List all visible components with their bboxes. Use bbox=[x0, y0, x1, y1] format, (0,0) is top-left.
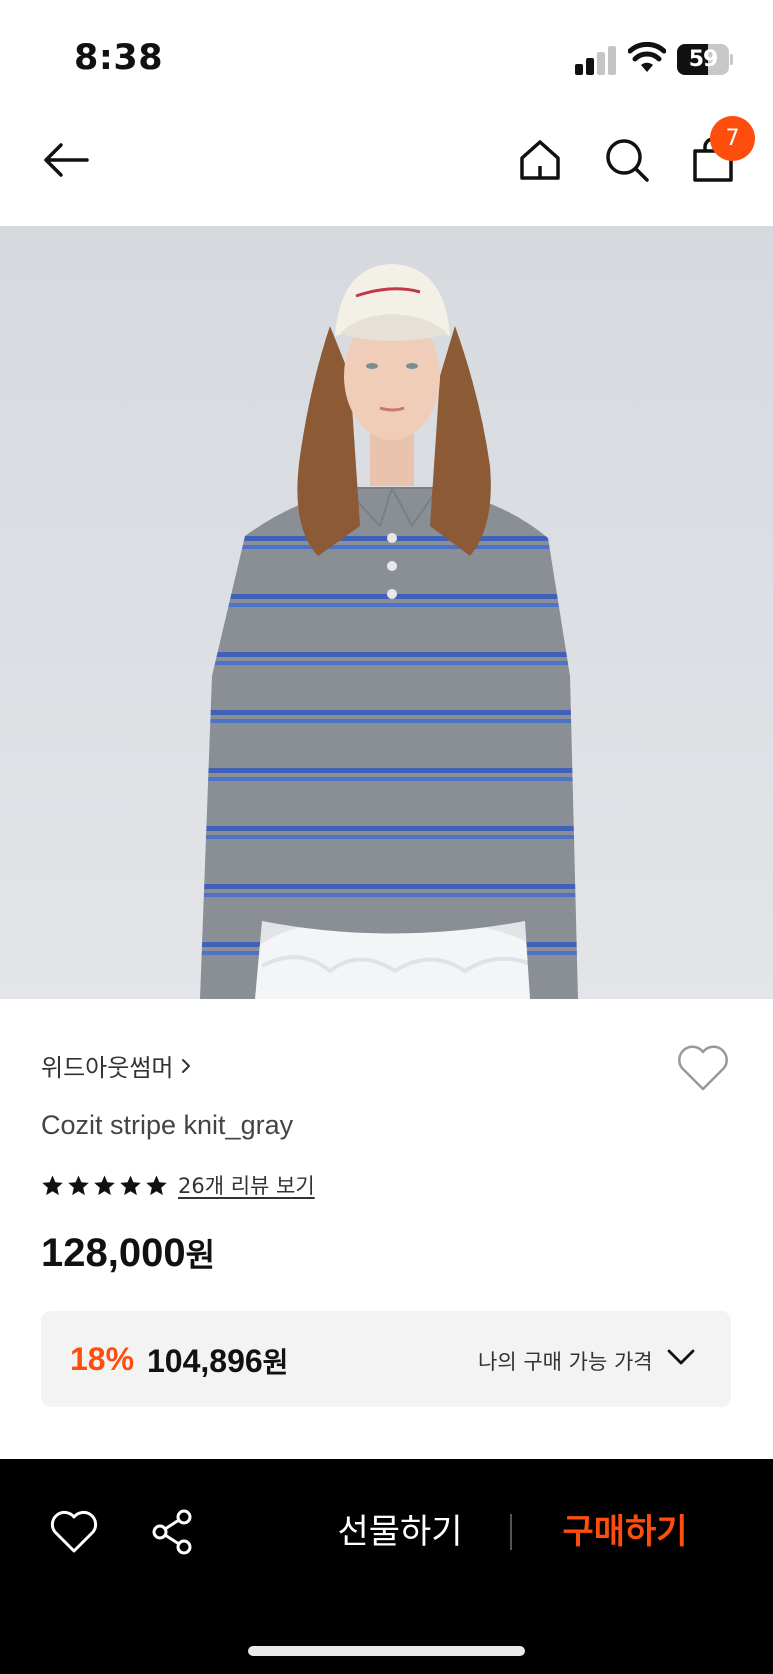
search-icon bbox=[606, 139, 649, 182]
chevron-down-icon bbox=[667, 1349, 695, 1365]
status-bar: 8:38 59 bbox=[0, 0, 773, 110]
gift-button[interactable]: 선물하기 bbox=[320, 1505, 480, 1559]
discounted-amount: 104,896 bbox=[147, 1343, 263, 1379]
wifi-icon bbox=[628, 42, 666, 72]
discount-rate: 18% bbox=[70, 1341, 135, 1377]
price-amount: 128,000 bbox=[41, 1231, 186, 1275]
chevron-right-icon bbox=[182, 1058, 191, 1073]
search-button[interactable] bbox=[599, 132, 655, 188]
wishlist-heart-icon[interactable] bbox=[676, 1043, 730, 1093]
product-photo bbox=[200, 264, 578, 999]
original-price: 128,000 원 bbox=[41, 1230, 215, 1276]
cellular-signal-icon bbox=[575, 45, 617, 75]
buy-button[interactable]: 구매하기 bbox=[545, 1505, 705, 1559]
star-rating bbox=[41, 1174, 168, 1197]
discounted-price: 104,896 원 bbox=[147, 1341, 288, 1381]
back-arrow-icon bbox=[44, 143, 89, 177]
my-price-toggle[interactable]: 18% 104,896 원 나의 구매 가능 가격 bbox=[41, 1311, 731, 1407]
star-icon bbox=[120, 1174, 141, 1195]
home-button[interactable] bbox=[512, 132, 568, 188]
heart-icon[interactable] bbox=[49, 1509, 99, 1555]
battery-icon: 59 bbox=[677, 44, 733, 75]
rating-row: 26개 리뷰 보기 bbox=[41, 1170, 315, 1200]
my-price-label: 나의 구매 가능 가격 bbox=[478, 1350, 653, 1374]
home-icon bbox=[520, 140, 560, 180]
review-link[interactable]: 26개 리뷰 보기 bbox=[178, 1170, 315, 1200]
top-nav-bar bbox=[0, 110, 773, 226]
star-icon bbox=[146, 1174, 167, 1195]
product-image[interactable] bbox=[0, 226, 773, 999]
star-icon bbox=[94, 1174, 115, 1195]
discounted-unit: 원 bbox=[262, 1346, 289, 1379]
star-icon bbox=[42, 1174, 63, 1195]
home-indicator[interactable] bbox=[248, 1646, 525, 1656]
battery-level: 59 bbox=[688, 47, 719, 72]
brand-link[interactable]: 위드아웃썸머 bbox=[41, 1048, 193, 1083]
brand-name: 위드아웃썸머 bbox=[41, 1054, 174, 1082]
product-name: Cozit stripe knit_gray bbox=[41, 1110, 294, 1140]
cart-count-badge: 7 bbox=[710, 116, 755, 161]
share-icon[interactable] bbox=[150, 1508, 196, 1556]
status-time: 8:38 bbox=[74, 38, 164, 78]
price-unit: 원 bbox=[185, 1236, 216, 1274]
divider bbox=[510, 1514, 512, 1550]
back-button[interactable] bbox=[38, 132, 94, 188]
star-icon bbox=[68, 1174, 89, 1195]
bottom-action-bar: 선물하기 구매하기 bbox=[0, 1459, 773, 1674]
